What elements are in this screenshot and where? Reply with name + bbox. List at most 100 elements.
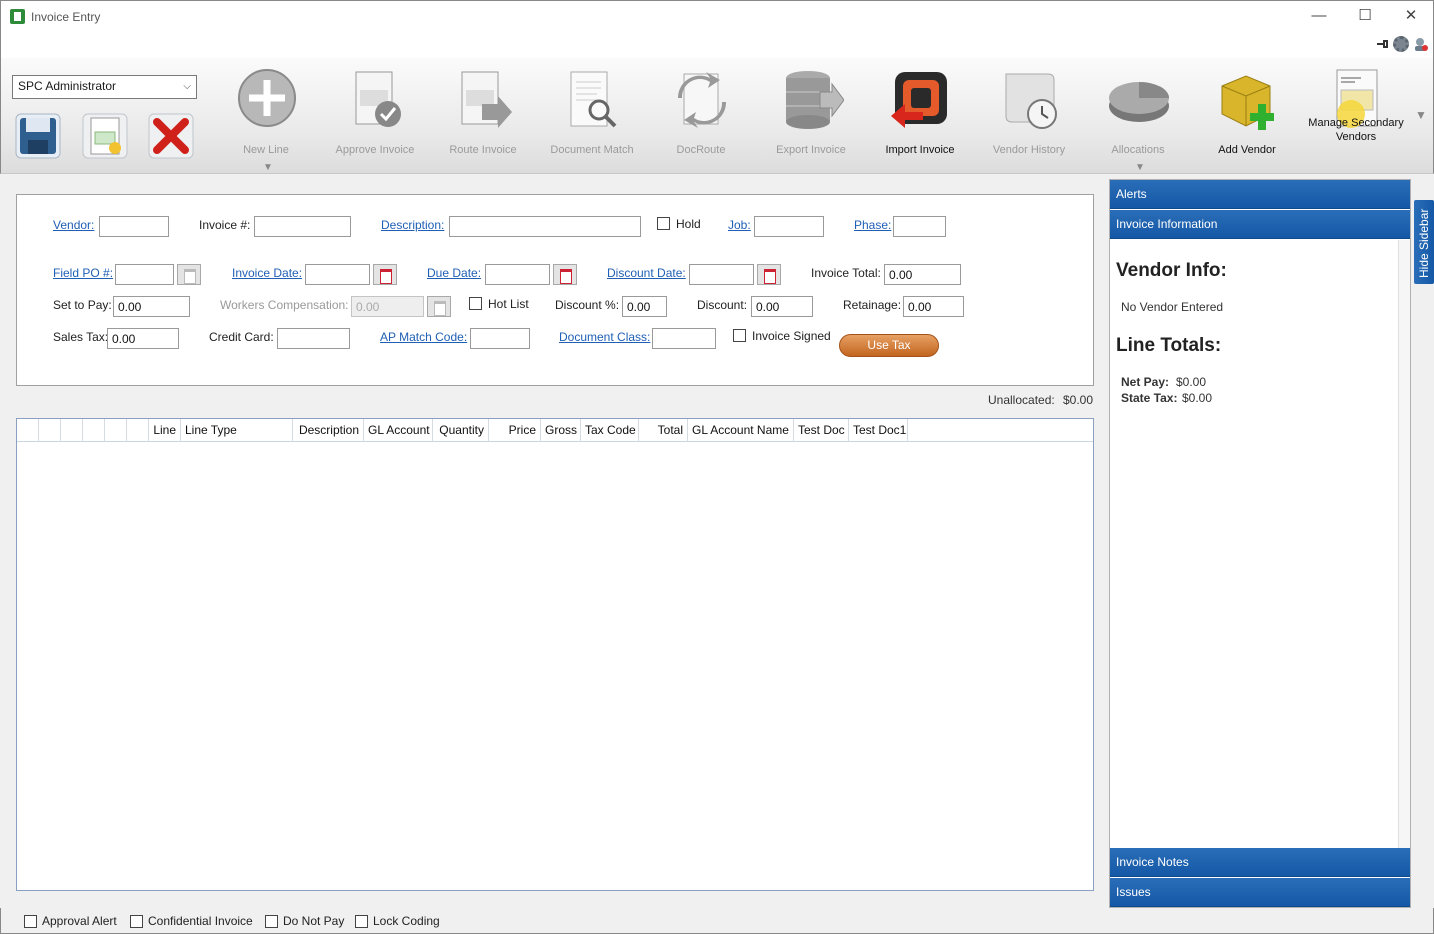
new-line-dropdown-icon[interactable]: ▼ bbox=[263, 162, 273, 173]
grid-blank-column[interactable] bbox=[61, 419, 83, 442]
maximize-button[interactable]: ☐ bbox=[1353, 5, 1377, 27]
allocations-button[interactable]: Allocations bbox=[1083, 66, 1193, 166]
import-invoice-button[interactable]: Import Invoice bbox=[865, 66, 975, 166]
pie-icon bbox=[1109, 82, 1169, 122]
column-header-gl-account-name[interactable]: GL Account Name bbox=[688, 419, 794, 442]
job-input[interactable] bbox=[754, 216, 824, 237]
column-header-quantity[interactable]: Quantity bbox=[433, 419, 489, 442]
column-header-line[interactable]: Line bbox=[149, 419, 181, 442]
invoice-number-input[interactable] bbox=[254, 216, 351, 237]
vendor-history-button[interactable]: Vendor History bbox=[974, 66, 1084, 166]
column-header-description[interactable]: Description bbox=[293, 419, 364, 442]
hide-sidebar-tab[interactable]: Hide Sidebar bbox=[1414, 200, 1434, 284]
vendor-input[interactable] bbox=[99, 216, 169, 237]
invoice-date-link[interactable]: Invoice Date: bbox=[232, 266, 302, 280]
close-window-button[interactable]: ✕ bbox=[1399, 5, 1423, 27]
vendor-info-title: Vendor Info: bbox=[1116, 260, 1227, 281]
discount-percent-input[interactable]: 0.00 bbox=[622, 296, 667, 317]
delete-icon[interactable] bbox=[147, 112, 195, 160]
due-date-calendar-icon[interactable] bbox=[553, 264, 577, 285]
column-header-gross[interactable]: Gross bbox=[541, 419, 581, 442]
ap-match-code-input[interactable] bbox=[470, 328, 530, 349]
alerts-section-header[interactable]: Alerts bbox=[1110, 180, 1410, 209]
vendor-link[interactable]: Vendor: bbox=[53, 218, 94, 232]
column-header-gl-account[interactable]: GL Account bbox=[364, 419, 433, 442]
set-to-pay-input[interactable]: 0.00 bbox=[113, 296, 190, 317]
field-po-link[interactable]: Field PO #: bbox=[53, 266, 113, 280]
manage-secondary-vendors-button[interactable]: Manage Secondary Vendors bbox=[1301, 66, 1411, 166]
due-date-input[interactable] bbox=[485, 264, 550, 285]
lock-coding-label: Lock Coding bbox=[373, 914, 440, 928]
pin-icon[interactable] bbox=[1375, 37, 1389, 51]
phase-link[interactable]: Phase: bbox=[854, 218, 891, 232]
field-po-input[interactable] bbox=[115, 264, 174, 285]
document-class-input[interactable] bbox=[652, 328, 716, 349]
add-vendor-button[interactable]: Add Vendor bbox=[1192, 66, 1302, 166]
description-input[interactable] bbox=[449, 216, 641, 237]
phase-input[interactable] bbox=[893, 216, 946, 237]
invoice-total-input[interactable]: 0.00 bbox=[884, 264, 961, 285]
column-header-tax-code[interactable]: Tax Code bbox=[581, 419, 639, 442]
sales-tax-input[interactable]: 0.00 bbox=[107, 328, 179, 349]
approval-alert-label: Approval Alert bbox=[42, 914, 117, 928]
sidebar-scrollbar[interactable] bbox=[1398, 240, 1410, 848]
invoice-lines-grid[interactable]: Line Line Type Description GL Account Qu… bbox=[16, 418, 1094, 891]
hold-checkbox[interactable] bbox=[657, 217, 670, 230]
invoice-date-calendar-icon[interactable] bbox=[373, 264, 397, 285]
job-link[interactable]: Job: bbox=[728, 218, 751, 232]
user-settings-icon[interactable] bbox=[1413, 36, 1429, 52]
invoice-notes-section-header[interactable]: Invoice Notes bbox=[1110, 848, 1410, 877]
column-header-test-doc1[interactable]: Test Doc1 bbox=[849, 419, 908, 442]
ribbon-scroll-down-icon[interactable]: ▼ bbox=[1415, 108, 1427, 122]
column-header-test-doc[interactable]: Test Doc bbox=[794, 419, 849, 442]
minimize-button[interactable]: — bbox=[1307, 5, 1331, 27]
allocations-dropdown-icon[interactable]: ▼ bbox=[1135, 162, 1145, 173]
grid-blank-column[interactable] bbox=[105, 419, 127, 442]
user-select[interactable]: SPC Administrator ⌵ bbox=[12, 75, 197, 99]
gear-icon[interactable] bbox=[1393, 36, 1409, 52]
route-invoice-button[interactable]: Route Invoice bbox=[428, 66, 538, 166]
ap-match-code-link[interactable]: AP Match Code: bbox=[380, 330, 467, 344]
do-not-pay-label: Do Not Pay bbox=[283, 914, 345, 928]
hot-list-checkbox[interactable] bbox=[469, 297, 482, 310]
discount-date-link[interactable]: Discount Date: bbox=[607, 266, 686, 280]
invoice-date-input[interactable] bbox=[305, 264, 370, 285]
discount-date-calendar-icon[interactable] bbox=[757, 264, 781, 285]
grid-blank-column[interactable] bbox=[83, 419, 105, 442]
approve-invoice-button[interactable]: Approve Invoice bbox=[320, 66, 430, 166]
workers-compensation-calc-icon bbox=[427, 296, 451, 317]
do-not-pay-checkbox[interactable] bbox=[265, 915, 278, 928]
docroute-button[interactable]: DocRoute bbox=[646, 66, 756, 166]
confidential-invoice-checkbox[interactable] bbox=[130, 915, 143, 928]
invoice-information-section-header[interactable]: Invoice Information bbox=[1110, 210, 1410, 239]
document-match-button[interactable]: Document Match bbox=[537, 66, 647, 166]
column-header-line-type[interactable]: Line Type bbox=[181, 419, 293, 442]
use-tax-button[interactable]: Use Tax bbox=[839, 334, 939, 357]
new-line-button[interactable]: New Line bbox=[211, 66, 321, 166]
description-link[interactable]: Description: bbox=[381, 218, 444, 232]
due-date-link[interactable]: Due Date: bbox=[427, 266, 481, 280]
ribbon-toolbar: SPC Administrator ⌵ New Line ▼ Approve I… bbox=[0, 58, 1434, 174]
discount-date-input[interactable] bbox=[689, 264, 754, 285]
column-header-price[interactable]: Price bbox=[489, 419, 541, 442]
grid-blank-column[interactable] bbox=[127, 419, 149, 442]
issues-section-header[interactable]: Issues bbox=[1110, 878, 1410, 907]
lock-coding-checkbox[interactable] bbox=[355, 915, 368, 928]
credit-card-input[interactable] bbox=[277, 328, 350, 349]
invoice-header-form: Vendor: Invoice #: Description: Hold Job… bbox=[16, 194, 1094, 386]
export-invoice-button[interactable]: Export Invoice bbox=[756, 66, 866, 166]
invoice-signed-checkbox[interactable] bbox=[733, 329, 746, 342]
save-icon[interactable] bbox=[14, 112, 62, 160]
grid-blank-column[interactable] bbox=[39, 419, 61, 442]
retainage-input[interactable]: 0.00 bbox=[903, 296, 964, 317]
vendor-history-label: Vendor History bbox=[992, 144, 1066, 156]
document-class-link[interactable]: Document Class: bbox=[559, 330, 650, 344]
grid-blank-column[interactable] bbox=[17, 419, 39, 442]
title-bar: Invoice Entry — ☐ ✕ bbox=[0, 0, 1434, 32]
discount-input[interactable]: 0.00 bbox=[751, 296, 813, 317]
field-po-lookup-icon[interactable] bbox=[177, 264, 201, 285]
approval-alert-checkbox[interactable] bbox=[24, 915, 37, 928]
hold-label: Hold bbox=[676, 217, 701, 231]
new-invoice-icon[interactable] bbox=[81, 112, 129, 160]
column-header-total[interactable]: Total bbox=[639, 419, 688, 442]
